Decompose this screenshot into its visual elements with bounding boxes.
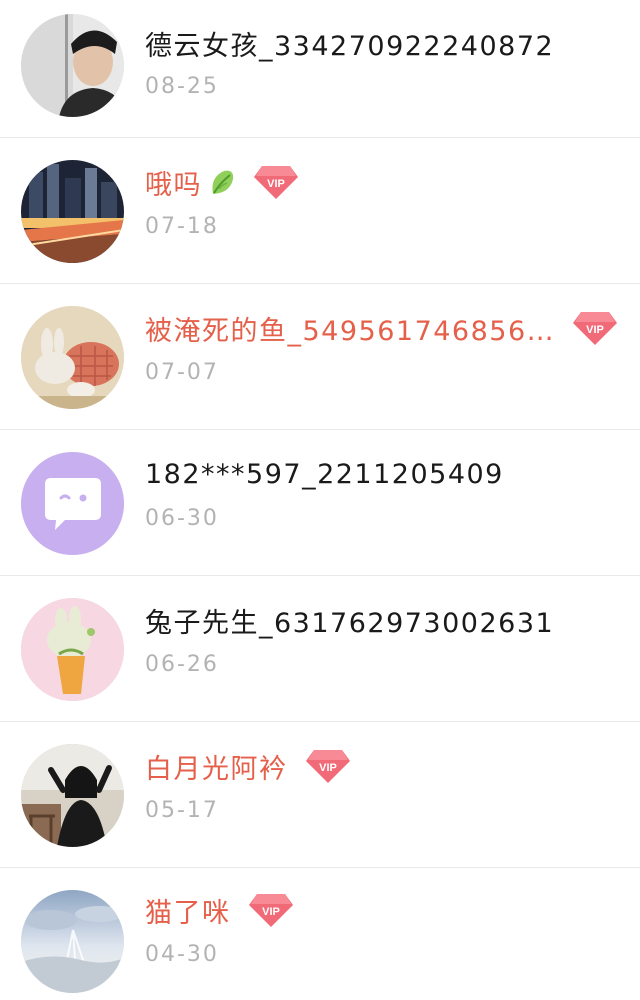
message-date: 06-30 [145,506,219,531]
contact-name: 182***597_2211205409 [145,458,504,490]
avatar[interactable] [21,306,124,409]
contact-name: 哦吗 [145,169,202,201]
message-date: 06-26 [145,652,219,677]
vip-badge-icon: VIP [305,750,350,783]
contact-name: 德云女孩_334270922240872 [145,30,555,62]
vip-badge-icon: VIP [573,312,618,345]
avatar[interactable] [21,160,124,263]
conversation-item[interactable]: 182***597_2211205409 06-30 [0,430,640,576]
vip-label: VIP [262,906,280,918]
conversation-list: 德云女孩_334270922240872 08-25 哦吗 VIP 07-18 … [0,0,640,1000]
avatar[interactable] [21,14,124,117]
contact-name: 猫了咪 [145,897,231,929]
message-date: 05-17 [145,798,219,823]
message-date: 08-25 [145,74,219,99]
avatar[interactable] [21,598,124,701]
conversation-item[interactable]: 德云女孩_334270922240872 08-25 [0,0,640,138]
conversation-item[interactable]: 猫了咪 VIP 04-30 [0,868,640,1000]
avatar[interactable] [21,452,124,555]
vip-label: VIP [586,324,604,336]
vip-label: VIP [319,762,337,774]
contact-name: 被淹死的鱼_549561746856… [145,315,556,347]
vip-label: VIP [267,178,285,190]
message-date: 07-07 [145,360,219,385]
conversation-item[interactable]: 哦吗 VIP 07-18 [0,138,640,284]
vip-badge-icon: VIP [248,894,293,927]
message-date: 07-18 [145,214,219,239]
conversation-item[interactable]: 白月光阿衿 VIP 05-17 [0,722,640,868]
vip-badge-icon: VIP [254,166,298,199]
avatar[interactable] [21,890,124,993]
message-date: 04-30 [145,942,219,967]
avatar[interactable] [21,744,124,847]
contact-name: 白月光阿衿 [145,753,288,785]
conversation-item[interactable]: 兔子先生_631762973002631 06-26 [0,576,640,722]
conversation-item[interactable]: 被淹死的鱼_549561746856… VIP 07-07 [0,284,640,430]
contact-name: 兔子先生_631762973002631 [145,607,555,639]
leaf-icon [212,170,234,194]
